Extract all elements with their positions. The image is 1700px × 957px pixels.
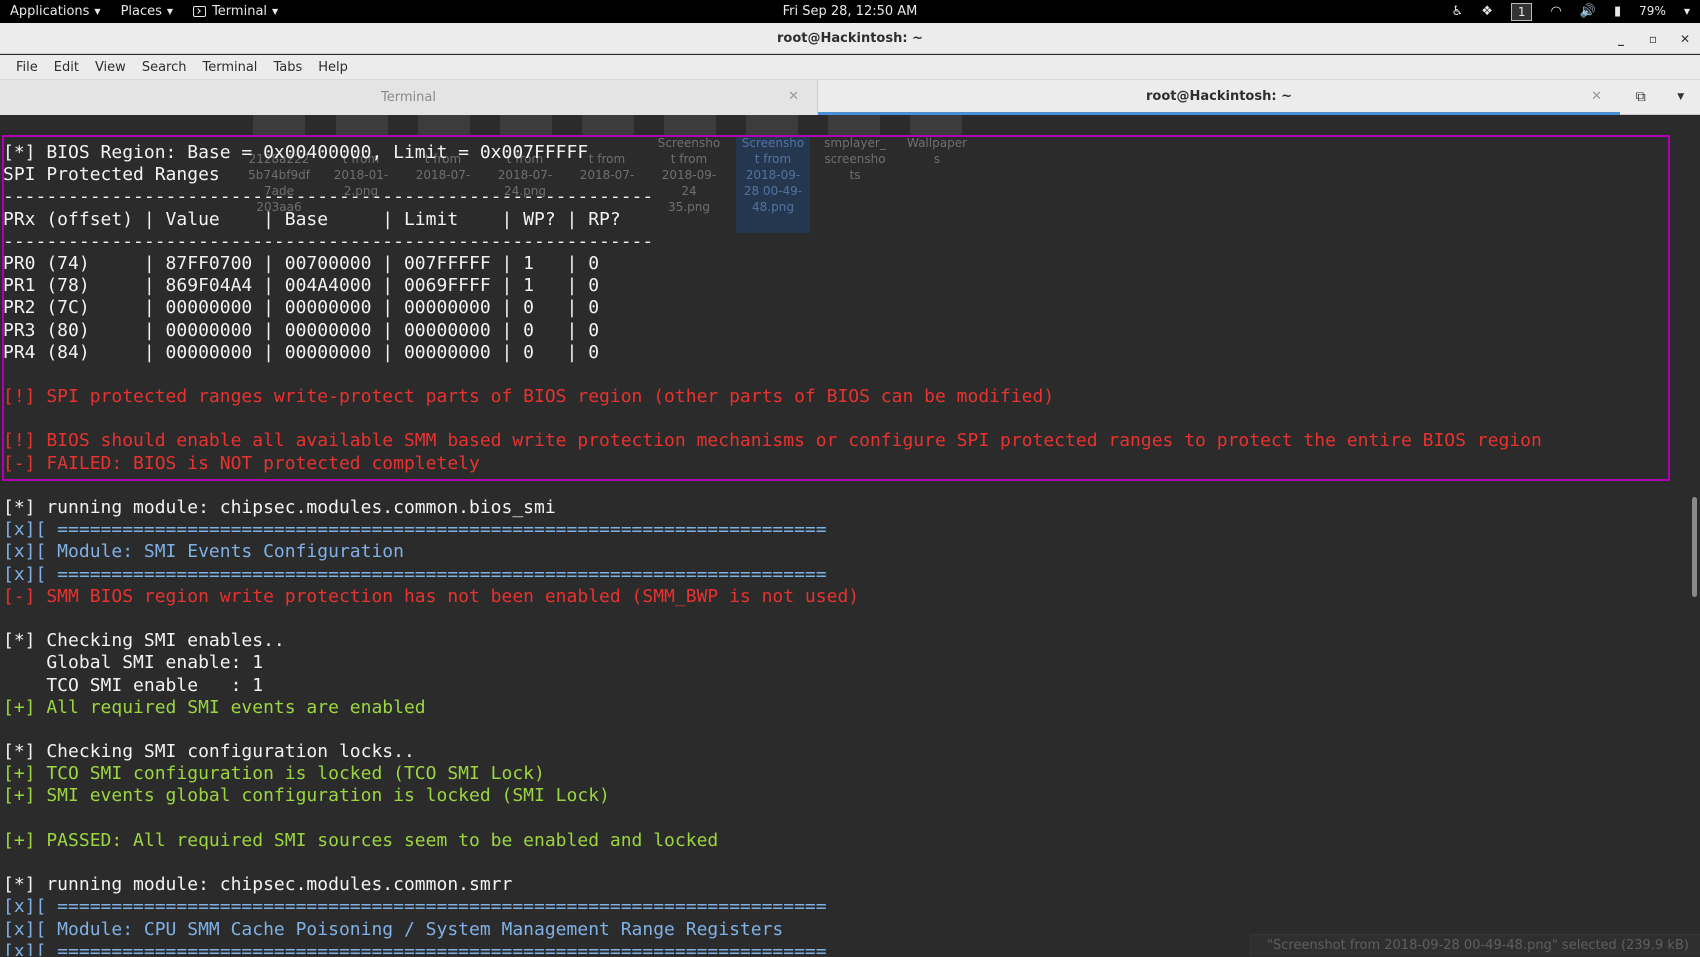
new-tab-icon[interactable]: ⧉	[1636, 89, 1646, 105]
menu-view[interactable]: View	[87, 55, 134, 80]
tab-label: Terminal	[381, 90, 436, 105]
tab-terminal[interactable]: Terminal ✕	[0, 80, 818, 115]
minimize-button[interactable]: _	[1614, 32, 1628, 46]
dropbox-icon[interactable]: ❖	[1481, 0, 1493, 23]
gnome-top-bar: Applications ▼ Places ▼ Terminal ▼ Fri S…	[0, 0, 1700, 23]
terminal-view[interactable]: 2128a222 5b74bf9df 7ade 203aa6 t from 20…	[0, 115, 1700, 956]
ghost-thumbnail	[828, 115, 880, 137]
terminal-line: [*] BIOS Region: Base = 0x00400000, Limi…	[3, 142, 1542, 164]
chevron-down-icon[interactable]: ▼	[1684, 0, 1690, 23]
terminal-line: Global SMI enable: 1	[3, 652, 1542, 674]
terminal-line: [*] running module: chipsec.modules.comm…	[3, 874, 1542, 896]
scrollbar-thumb[interactable]	[1692, 497, 1697, 597]
window-title: root@Hackintosh: ~	[777, 31, 923, 46]
terminal-line: [+] All required SMI events are enabled	[3, 697, 1542, 719]
terminal-line: [!] BIOS should enable all available SMM…	[3, 430, 1542, 452]
workspace-indicator[interactable]: 1	[1511, 3, 1533, 21]
system-tray: ♿ ❖ 1 ◠ 🔊 ▮ 79% ▼	[1452, 0, 1690, 23]
terminal-line	[3, 408, 1542, 430]
terminal-line: SPI Protected Ranges	[3, 164, 1542, 186]
terminal-line: PR2 (7C) | 00000000 | 00000000 | 0000000…	[3, 297, 1542, 319]
terminal-line: [-] FAILED: BIOS is NOT protected comple…	[3, 453, 1542, 475]
places-label: Places	[121, 4, 162, 19]
terminal-icon	[193, 6, 206, 17]
ghost-thumbnail	[910, 115, 962, 137]
applications-label: Applications	[10, 4, 89, 19]
terminal-line: [*] running module: chipsec.modules.comm…	[3, 497, 1542, 519]
terminal-line: [+] SMI events global configuration is l…	[3, 785, 1542, 807]
terminal-line: PR0 (74) | 87FF0700 | 00700000 | 007FFFF…	[3, 253, 1542, 275]
terminal-app-label: Terminal	[212, 4, 267, 19]
battery-percent[interactable]: 79%	[1639, 0, 1666, 23]
terminal-line	[3, 808, 1542, 830]
terminal-line	[3, 852, 1542, 874]
menu-file[interactable]: File	[8, 55, 46, 80]
scrollbar[interactable]	[1686, 115, 1700, 956]
ghost-thumbnail	[582, 115, 634, 137]
menubar: File Edit View Search Terminal Tabs Help	[0, 55, 1700, 80]
terminal-app-menu[interactable]: Terminal ▼	[183, 0, 288, 23]
places-menu[interactable]: Places ▼	[111, 0, 184, 23]
chevron-down-icon: ▼	[167, 7, 173, 16]
ghost-thumbnail	[418, 115, 470, 137]
terminal-line: PRx (offset) | Value | Base | Limit | WP…	[3, 209, 1542, 231]
terminal-line: [!] SPI protected ranges write-protect p…	[3, 386, 1542, 408]
terminal-line	[3, 608, 1542, 630]
close-button[interactable]: ✕	[1678, 32, 1692, 46]
menu-terminal[interactable]: Terminal	[194, 55, 265, 80]
menu-help[interactable]: Help	[310, 55, 356, 80]
terminal-line: [x][ ===================================…	[3, 564, 1542, 586]
menu-edit[interactable]: Edit	[46, 55, 87, 80]
terminal-output[interactable]: [*] BIOS Region: Base = 0x00400000, Limi…	[3, 142, 1542, 956]
menu-search[interactable]: Search	[134, 55, 195, 80]
terminal-line: TCO SMI enable : 1	[3, 675, 1542, 697]
ghost-thumbnail	[664, 115, 716, 137]
terminal-line	[3, 475, 1542, 497]
file-selection-status: "Screenshot from 2018-09-28 00-49-48.png…	[1250, 934, 1700, 956]
accessibility-icon[interactable]: ♿	[1452, 0, 1464, 23]
terminal-line: ----------------------------------------…	[3, 186, 1542, 208]
terminal-line: [*] Checking SMI enables..	[3, 630, 1542, 652]
ghost-thumbnail	[500, 115, 552, 137]
ghost-thumbnail	[336, 115, 388, 137]
terminal-line: [x][ ===================================…	[3, 519, 1542, 541]
applications-menu[interactable]: Applications ▼	[0, 0, 111, 23]
volume-icon[interactable]: 🔊	[1580, 0, 1596, 23]
terminal-line: [*] Checking SMI configuration locks..	[3, 741, 1542, 763]
terminal-line: [+] TCO SMI configuration is locked (TCO…	[3, 763, 1542, 785]
close-icon[interactable]: ✕	[788, 89, 799, 104]
terminal-line: PR4 (84) | 00000000 | 00000000 | 0000000…	[3, 342, 1542, 364]
chevron-down-icon: ▼	[94, 7, 100, 16]
tab-tools: ⧉ ▼	[1620, 80, 1700, 114]
terminal-line	[3, 719, 1542, 741]
chevron-down-icon: ▼	[272, 7, 278, 16]
terminal-line: [x][ ===================================…	[3, 896, 1542, 918]
wifi-icon[interactable]: ◠	[1550, 0, 1561, 23]
window-titlebar[interactable]: root@Hackintosh: ~ _ ▫ ✕	[0, 23, 1700, 54]
terminal-line: ----------------------------------------…	[3, 231, 1542, 253]
menu-tabs[interactable]: Tabs	[265, 55, 310, 80]
tab-label: root@Hackintosh: ~	[1146, 89, 1292, 104]
terminal-line	[3, 364, 1542, 386]
terminal-line: PR3 (80) | 00000000 | 00000000 | 0000000…	[3, 320, 1542, 342]
ghost-thumbnail	[746, 115, 798, 137]
ghost-thumbnail	[253, 115, 305, 137]
battery-icon[interactable]: ▮	[1614, 0, 1621, 23]
terminal-line: [+] PASSED: All required SMI sources see…	[3, 830, 1542, 852]
maximize-button[interactable]: ▫	[1646, 32, 1660, 46]
terminal-line: PR1 (78) | 869F04A4 | 004A4000 | 0069FFF…	[3, 275, 1542, 297]
terminal-line: [x][ Module: SMI Events Configuration	[3, 541, 1542, 563]
terminal-line: [-] SMM BIOS region write protection has…	[3, 586, 1542, 608]
tab-bar: Terminal ✕ root@Hackintosh: ~ ✕ ⧉ ▼	[0, 80, 1700, 115]
window-controls: _ ▫ ✕	[1614, 23, 1692, 54]
chevron-down-icon[interactable]: ▼	[1677, 92, 1684, 102]
tab-root-hackintosh[interactable]: root@Hackintosh: ~ ✕	[818, 80, 1620, 115]
close-icon[interactable]: ✕	[1591, 89, 1602, 104]
